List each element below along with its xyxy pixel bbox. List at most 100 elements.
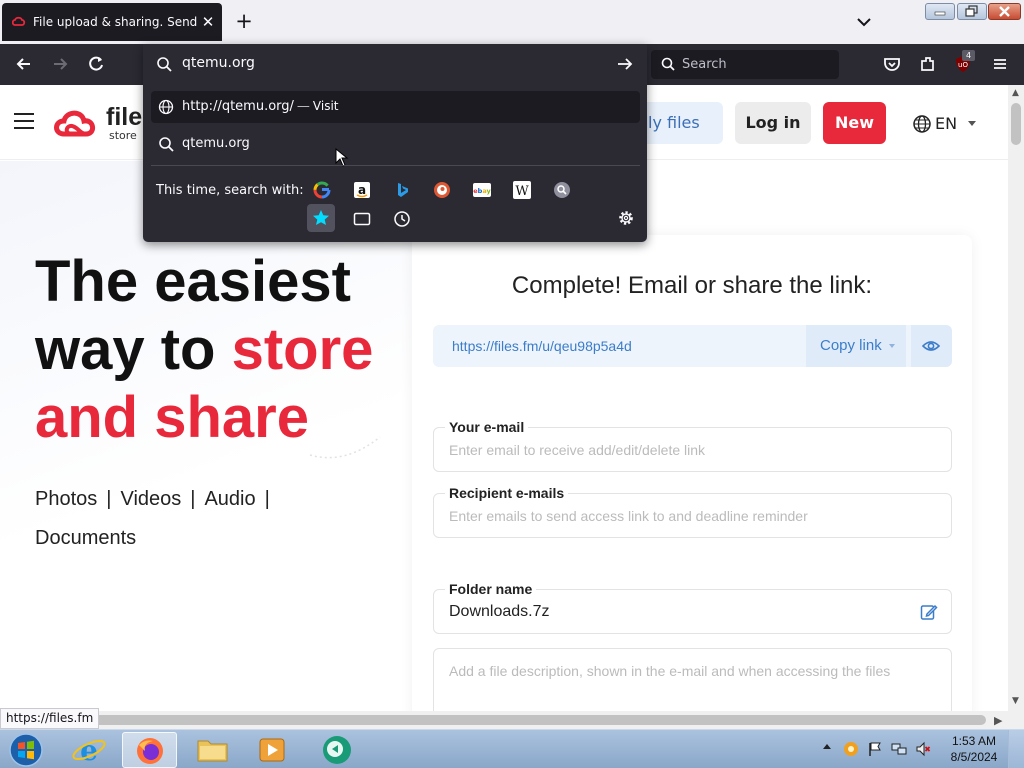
address-input[interactable]: qtemu.org (182, 55, 255, 71)
close-icon (999, 6, 1010, 17)
minimize-button[interactable] (925, 3, 955, 20)
svg-text:ebay: ebay (473, 187, 491, 195)
link-videos[interactable]: Videos (120, 488, 181, 510)
chevron-down-icon (889, 344, 895, 348)
address-bar[interactable]: qtemu.org (143, 44, 647, 84)
svg-text:W: W (515, 184, 529, 199)
explorer-taskbar[interactable] (185, 732, 240, 768)
forward-icon[interactable] (49, 53, 71, 75)
scroll-up-icon[interactable]: ▲ (1012, 89, 1020, 98)
bing-icon[interactable] (392, 180, 412, 200)
extensions-icon[interactable] (917, 53, 939, 75)
globe-icon (913, 115, 931, 133)
folder-name-value: Downloads.7z (449, 603, 550, 620)
app-taskbar[interactable] (308, 732, 363, 768)
copy-link-label: Copy link (820, 337, 882, 354)
visit-label: Visit (312, 99, 339, 113)
globe-icon (158, 99, 174, 115)
firefox-icon (137, 738, 163, 764)
scroll-right-icon[interactable]: ▶ (994, 714, 1002, 727)
duckduckgo-icon[interactable] (432, 180, 452, 200)
bookmarks-mode-button[interactable] (307, 204, 335, 232)
start-button-icon[interactable] (6, 732, 46, 768)
minimize-icon (934, 11, 946, 16)
volume-muted-icon[interactable] (915, 741, 931, 757)
scroll-down-icon[interactable]: ▼ (1012, 697, 1020, 706)
show-hidden-icons-icon[interactable] (823, 744, 831, 749)
hero-highlight-store: store (231, 317, 374, 382)
go-arrow-icon[interactable] (616, 56, 634, 72)
action-center-flag-icon[interactable] (867, 741, 883, 757)
system-clock[interactable]: 1:53 AM 8/5/2024 (948, 733, 1000, 765)
visit-suggestion-text: http://qtemu.org/— Visit (182, 99, 339, 114)
visit-separator: — (296, 99, 310, 114)
language-label: EN (935, 114, 958, 133)
tab-close-icon[interactable]: ✕ (199, 13, 217, 31)
tab-strip: File upload & sharing. Send lar ✕ + (0, 0, 1024, 44)
recipients-placeholder: Enter emails to send access link to and … (449, 508, 808, 524)
reload-icon[interactable] (85, 53, 107, 75)
decorative-swoosh (309, 436, 381, 459)
google-icon[interactable] (312, 180, 332, 200)
hero-line-1: The easiest (35, 249, 351, 314)
pocket-icon[interactable] (881, 53, 903, 75)
search-icon (159, 137, 174, 152)
list-all-tabs-icon[interactable] (854, 13, 874, 31)
internet-explorer-taskbar[interactable]: e (62, 732, 117, 768)
edit-icon[interactable] (920, 603, 938, 621)
hamburger-menu-icon[interactable] (14, 113, 34, 129)
preview-button[interactable] (911, 325, 952, 367)
tray-app-icon[interactable] (843, 741, 859, 757)
separator: | (106, 488, 112, 510)
link-photos[interactable]: Photos (35, 488, 97, 510)
horizontal-scrollbar[interactable]: ▶ (0, 711, 1024, 729)
search-engine-icon[interactable] (552, 180, 572, 200)
active-tab[interactable]: File upload & sharing. Send lar ✕ (2, 3, 222, 41)
svg-text:e: e (80, 734, 98, 767)
visit-url: http://qtemu.org/ (182, 99, 294, 114)
menu-icon[interactable] (989, 53, 1011, 75)
history-icon[interactable] (392, 209, 412, 229)
svg-text:a: a (358, 183, 366, 197)
restore-button[interactable] (957, 3, 987, 20)
close-window-button[interactable] (988, 3, 1021, 20)
copy-link-button[interactable]: Copy link (806, 325, 906, 367)
email-label: Your e-mail (445, 419, 529, 435)
network-icon[interactable] (891, 741, 907, 757)
horizontal-scroll-thumb[interactable] (16, 715, 986, 725)
share-card: Complete! Email or share the link: https… (412, 235, 972, 711)
firefox-taskbar[interactable] (122, 732, 177, 768)
hero-line-2a: way to (35, 317, 232, 382)
folder-icon (197, 740, 228, 762)
ebay-icon[interactable]: ebay (472, 180, 492, 200)
filesfm-logo-icon[interactable] (52, 106, 102, 140)
internet-explorer-icon: e (72, 734, 106, 767)
description-field[interactable]: Add a file description, shown in the e-m… (433, 648, 952, 711)
email-placeholder: Enter email to receive add/edit/delete l… (449, 442, 706, 458)
separator: | (264, 488, 270, 510)
new-tab-button[interactable]: + (233, 10, 255, 32)
gear-icon[interactable] (617, 209, 635, 227)
visit-suggestion[interactable]: http://qtemu.org/— Visit (151, 91, 640, 123)
web-search-box[interactable]: Search (651, 50, 839, 79)
wikipedia-icon[interactable]: W (512, 180, 532, 200)
show-desktop-button[interactable] (1008, 730, 1024, 768)
link-documents[interactable]: Documents (35, 527, 136, 549)
login-button[interactable]: Log in (735, 102, 811, 144)
link-audio[interactable]: Audio (204, 488, 255, 510)
vertical-scrollbar[interactable]: ▲ ▼ (1008, 85, 1024, 711)
screen: File upload & sharing. Send lar ✕ + (0, 0, 1024, 768)
back-icon[interactable] (13, 53, 35, 75)
hero-heading: The easiest way to store and share (35, 248, 405, 452)
share-link-url[interactable]: https://files.fm/u/qeu98p5a4d (452, 338, 632, 354)
tabs-icon[interactable] (352, 209, 372, 229)
tab-title: File upload & sharing. Send lar (33, 15, 198, 29)
media-player-taskbar[interactable] (244, 732, 299, 768)
chevron-down-icon (968, 121, 976, 126)
amazon-icon[interactable]: a (352, 180, 372, 200)
search-suggestion[interactable]: qtemu.org (151, 128, 640, 167)
vertical-scroll-thumb[interactable] (1011, 103, 1021, 145)
language-selector[interactable]: EN (912, 113, 982, 135)
new-button[interactable]: New (823, 102, 886, 144)
window-controls (925, 3, 1021, 20)
